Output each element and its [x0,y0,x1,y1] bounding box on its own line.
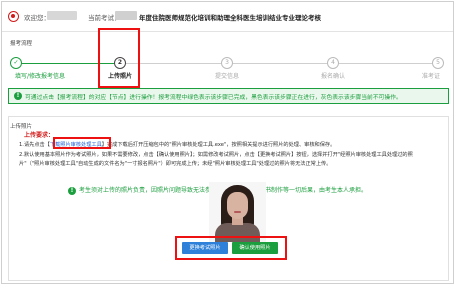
requirement-2: 2.默认使用基本照片作为考试照片，如果不需要修改，点击【确认使用照片】；如需修改… [19,152,413,158]
requirement-1-suffix: 】完成下载后打开压缩包中的"照片审核处理工具.exe"，按照相关提示进行照片的处… [101,142,336,148]
user-icon [8,11,19,22]
exam-title: 年度住院医师规范化培训和助理全科医生培训结业专业理论考核 [139,14,321,22]
process-section-title: 报考流程 [10,41,33,47]
change-photo-button[interactable]: 更换考试照片 [182,242,228,254]
username-redacted [47,11,77,20]
warning-icon: ! [68,186,76,195]
current-step-highlight [98,28,140,88]
app-frame: 欢迎您： 当前考试： 年度住院医师规范化培训和助理全科医生培训结业专业理论考核 … [1,1,454,284]
step-1-label[interactable]: 填写/修改报考信息 [15,71,65,80]
step-1-circle[interactable]: ✓ [10,57,22,69]
step-5-circle[interactable]: 5 [432,57,444,69]
confirm-photo-button[interactable]: 确认使用照片 [232,242,278,254]
notice-text: 可通过点击【报考流程】的对应【节点】进行操作！报考流程中绿色表示该步骤已完成，黑… [25,95,402,101]
top-header: 欢迎您： 当前考试： 年度住院医师规范化培训和助理全科医生培训结业专业理论考核 [2,2,453,32]
process-notice: ! 可通过点击【报考流程】的对应【节点】进行操作！报考流程中绿色表示该步骤已完成… [8,88,449,104]
step-connector [126,63,442,64]
step-4-circle[interactable]: 4 [327,57,339,69]
download-link-highlight [53,137,111,149]
step-3-label[interactable]: 提交信息 [215,71,239,80]
info-icon: ! [14,92,22,100]
step-3-circle[interactable]: 3 [221,57,233,69]
candidate-photo [209,182,266,242]
requirement-1-prefix: 1.请先点击【 [19,142,50,148]
requirement-3: 片"（"照片审核处理工具"自动生成的文件名为"一寸报名照片"）即可完成上传；未经… [19,161,332,167]
step-4-label[interactable]: 报名确认 [321,71,345,80]
requirements-title: 上传要求： [24,132,55,139]
process-steps: ✓ 填写/修改报考信息 2 上传照片 3 提交信息 4 报名确认 5 准考证 [2,52,453,82]
step-5-label[interactable]: 准考证 [422,71,440,80]
exam-year-redacted [115,11,137,20]
